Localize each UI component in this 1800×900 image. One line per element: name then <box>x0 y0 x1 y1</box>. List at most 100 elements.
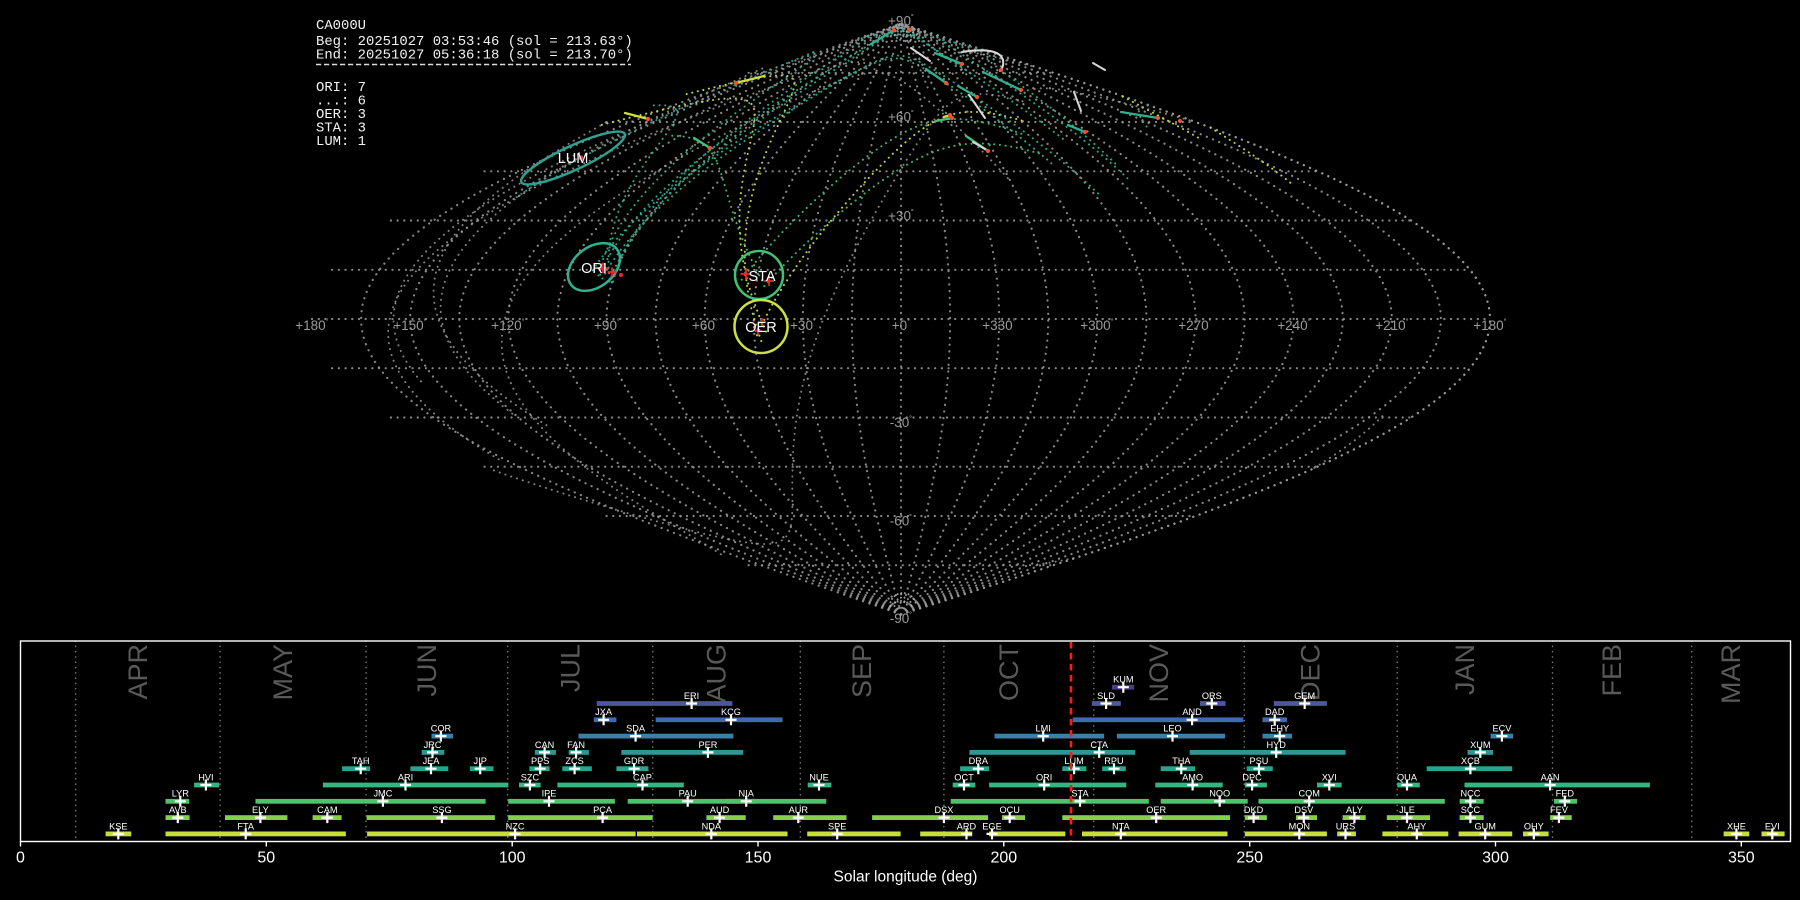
svg-text:XVI: XVI <box>1322 772 1337 782</box>
svg-text:JAN: JAN <box>1450 644 1480 695</box>
svg-text:IPE: IPE <box>542 789 557 799</box>
svg-text:PSU: PSU <box>1250 756 1269 766</box>
svg-text:KSE: KSE <box>109 821 127 831</box>
svg-text:FAN: FAN <box>567 740 585 750</box>
svg-text:MAY: MAY <box>268 644 298 701</box>
svg-text:+270˚: +270˚ <box>1178 318 1211 333</box>
svg-text:+60˚: +60˚ <box>692 318 718 333</box>
svg-text:LUM: LUM <box>1064 756 1083 766</box>
svg-text:-60˚: -60˚ <box>890 514 913 529</box>
svg-text:+180˚: +180˚ <box>295 318 328 333</box>
svg-text:100: 100 <box>499 850 526 867</box>
svg-text:NUE: NUE <box>809 772 828 782</box>
svg-text:OER: OER <box>1146 805 1166 815</box>
svg-text:CAM: CAM <box>317 805 337 815</box>
svg-text:PCA: PCA <box>593 805 613 815</box>
svg-text:GUM: GUM <box>1474 821 1495 831</box>
svg-text:CAP: CAP <box>633 772 652 782</box>
svg-text:KCG: KCG <box>721 707 741 717</box>
svg-text:150: 150 <box>745 850 772 867</box>
svg-text:LYR: LYR <box>172 789 190 799</box>
svg-text:+300˚: +300˚ <box>1080 318 1113 333</box>
svg-text:MON: MON <box>1289 821 1310 831</box>
svg-text:End: 20251027 05:36:18 (sol =: End: 20251027 05:36:18 (sol = 213.70°) <box>316 48 633 64</box>
svg-text:AUG: AUG <box>702 644 732 703</box>
svg-text:AHY: AHY <box>1407 821 1426 831</box>
svg-text:SSG: SSG <box>432 805 451 815</box>
svg-text:+240˚: +240˚ <box>1277 318 1310 333</box>
svg-text:NOV: NOV <box>1144 644 1174 703</box>
svg-text:JIP: JIP <box>474 756 487 766</box>
svg-text:AMO: AMO <box>1182 772 1203 782</box>
svg-text:EGE: EGE <box>982 821 1001 831</box>
svg-text:SCC: SCC <box>1461 805 1481 815</box>
svg-text:EVI: EVI <box>1765 821 1780 831</box>
svg-text:JUL: JUL <box>555 644 585 692</box>
svg-text:CAN: CAN <box>535 740 554 750</box>
svg-text:ORI: ORI <box>1036 772 1052 782</box>
svg-text:OCT: OCT <box>954 772 974 782</box>
svg-text:NOO: NOO <box>1209 789 1230 799</box>
svg-text:EHY: EHY <box>1270 724 1289 734</box>
svg-text:MAR: MAR <box>1716 644 1746 704</box>
svg-text:NZC: NZC <box>506 821 525 831</box>
svg-text:PER: PER <box>698 740 717 750</box>
svg-text:SPE: SPE <box>828 821 846 831</box>
svg-text:GEM: GEM <box>1294 691 1315 701</box>
svg-text:ZCS: ZCS <box>565 756 583 766</box>
svg-text:+330˚: +330˚ <box>982 318 1015 333</box>
svg-text:TAH: TAH <box>352 756 370 766</box>
svg-text:STA: STA <box>1071 789 1089 799</box>
svg-text:KUM: KUM <box>1113 675 1133 685</box>
svg-text:URS: URS <box>1336 821 1355 831</box>
svg-text:FED: FED <box>1556 789 1575 799</box>
svg-text:+150˚: +150˚ <box>393 318 426 333</box>
svg-text:DSV: DSV <box>1294 805 1314 815</box>
svg-text:50: 50 <box>257 850 275 867</box>
svg-text:FTA: FTA <box>237 821 255 831</box>
svg-text:-30˚: -30˚ <box>890 415 913 430</box>
svg-text:DKD: DKD <box>1244 805 1264 815</box>
svg-text:JMC: JMC <box>373 789 392 799</box>
svg-text:AND: AND <box>1182 707 1202 717</box>
svg-text:JEA: JEA <box>423 756 441 766</box>
svg-text:ARD: ARD <box>957 821 977 831</box>
svg-text:LMI: LMI <box>1036 724 1051 734</box>
svg-text:AAN: AAN <box>1541 772 1560 782</box>
svg-text:SDA: SDA <box>626 724 646 734</box>
svg-text:OCT: OCT <box>994 644 1024 701</box>
svg-text:JRC: JRC <box>424 740 442 750</box>
svg-text:+90˚: +90˚ <box>594 318 620 333</box>
svg-text:+210˚: +210˚ <box>1375 318 1408 333</box>
svg-text:DPC: DPC <box>1242 772 1262 782</box>
svg-text:LUM: 1: LUM: 1 <box>316 134 366 150</box>
svg-text:COR: COR <box>431 724 452 734</box>
svg-text:ARI: ARI <box>398 772 413 782</box>
svg-text:PPS: PPS <box>531 756 549 766</box>
svg-text:AUR: AUR <box>789 805 809 815</box>
svg-text:HYD: HYD <box>1266 740 1286 750</box>
svg-text:THA: THA <box>1172 756 1191 766</box>
svg-text:+60˚: +60˚ <box>888 110 914 125</box>
svg-text:JXA: JXA <box>595 707 613 717</box>
svg-text:-90˚: -90˚ <box>890 611 913 626</box>
svg-text:SEP: SEP <box>847 644 877 698</box>
svg-text:200: 200 <box>990 850 1017 867</box>
svg-text:APR: APR <box>123 644 153 700</box>
svg-text:+30˚: +30˚ <box>790 318 816 333</box>
svg-text:ORI: ORI <box>581 261 607 277</box>
svg-text:OHY: OHY <box>1524 821 1544 831</box>
svg-text:FEB: FEB <box>1597 644 1627 697</box>
svg-text:Solar longitude (deg): Solar longitude (deg) <box>834 869 978 886</box>
svg-text:CA000U: CA000U <box>316 18 366 34</box>
svg-text:XHE: XHE <box>1727 821 1746 831</box>
svg-text:PAU: PAU <box>679 789 697 799</box>
svg-text:COM: COM <box>1298 789 1319 799</box>
svg-text:HVI: HVI <box>198 772 213 782</box>
svg-text:+30˚: +30˚ <box>888 209 914 224</box>
svg-text:AVB: AVB <box>169 805 187 815</box>
svg-text:DSX: DSX <box>934 805 953 815</box>
svg-text:NIA: NIA <box>739 789 755 799</box>
svg-text:FEV: FEV <box>1550 805 1569 815</box>
svg-text:ELY: ELY <box>252 805 269 815</box>
